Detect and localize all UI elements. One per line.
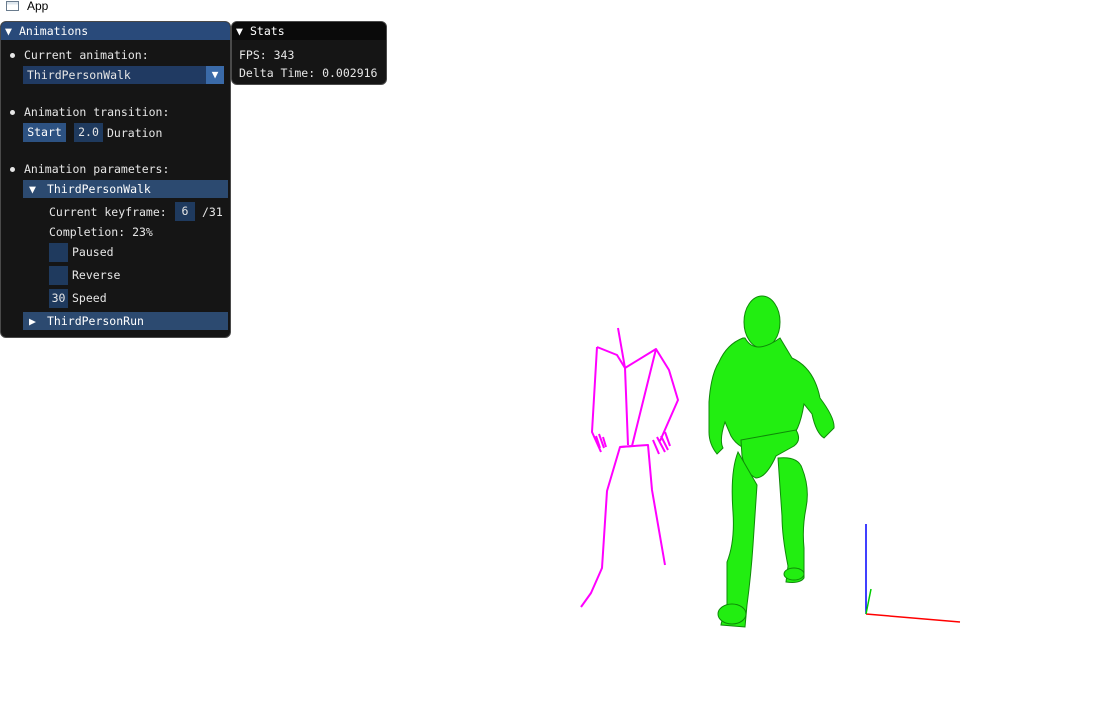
- bullet-icon: [10, 110, 15, 115]
- delta-time-text: Delta Time: 0.002916: [239, 66, 378, 80]
- stats-window: ▼ Stats FPS: 343 Delta Time: 0.002916: [231, 21, 387, 85]
- animation-parameters-label: Animation parameters:: [24, 162, 170, 176]
- world-axes: [865, 524, 961, 623]
- animations-window-title: Animations: [19, 24, 89, 38]
- character-model: [708, 295, 835, 628]
- collapse-triangle-icon[interactable]: ▼: [5, 22, 19, 40]
- speed-input[interactable]: 30: [49, 289, 68, 308]
- current-animation-label: Current animation:: [24, 48, 149, 62]
- current-keyframe-label: Current keyframe:: [49, 205, 167, 219]
- stats-window-header[interactable]: ▼ Stats: [232, 22, 386, 40]
- animation-transition-label: Animation transition:: [24, 105, 170, 119]
- paused-checkbox[interactable]: [49, 243, 68, 262]
- section-third-person-run[interactable]: ▶ ThirdPersonRun: [23, 312, 228, 330]
- collapse-triangle-icon[interactable]: ▼: [236, 22, 250, 40]
- bullet-icon: [10, 167, 15, 172]
- completion-text: Completion: 23%: [49, 225, 153, 239]
- chevron-down-icon[interactable]: ▼: [206, 66, 224, 84]
- current-animation-combo[interactable]: ThirdPersonWalk ▼: [23, 66, 224, 84]
- section-third-person-run-title: ThirdPersonRun: [47, 314, 144, 328]
- animations-window: ▼ Animations Current animation: ThirdPers…: [0, 21, 231, 338]
- collapsed-triangle-icon: ▶: [29, 314, 36, 328]
- stats-window-title: Stats: [250, 24, 285, 38]
- paused-label: Paused: [72, 245, 114, 259]
- animations-window-header[interactable]: ▼ Animations: [1, 22, 230, 40]
- duration-label: Duration: [107, 126, 163, 140]
- current-keyframe-input[interactable]: 6: [175, 202, 195, 221]
- fps-text: FPS: 343: [239, 48, 295, 62]
- reverse-checkbox[interactable]: [49, 266, 68, 285]
- current-animation-value: ThirdPersonWalk: [27, 68, 131, 82]
- skeleton-wireframe: [580, 327, 679, 608]
- speed-label: Speed: [72, 291, 107, 305]
- start-transition-button[interactable]: Start: [23, 123, 66, 142]
- expanded-triangle-icon: ▼: [29, 182, 36, 196]
- bullet-icon: [10, 53, 15, 58]
- duration-input[interactable]: 2.0: [74, 123, 103, 142]
- reverse-label: Reverse: [72, 268, 121, 282]
- keyframe-total: /31: [202, 205, 223, 219]
- section-third-person-walk[interactable]: ▼ ThirdPersonWalk: [23, 180, 228, 198]
- section-third-person-walk-title: ThirdPersonWalk: [47, 182, 151, 196]
